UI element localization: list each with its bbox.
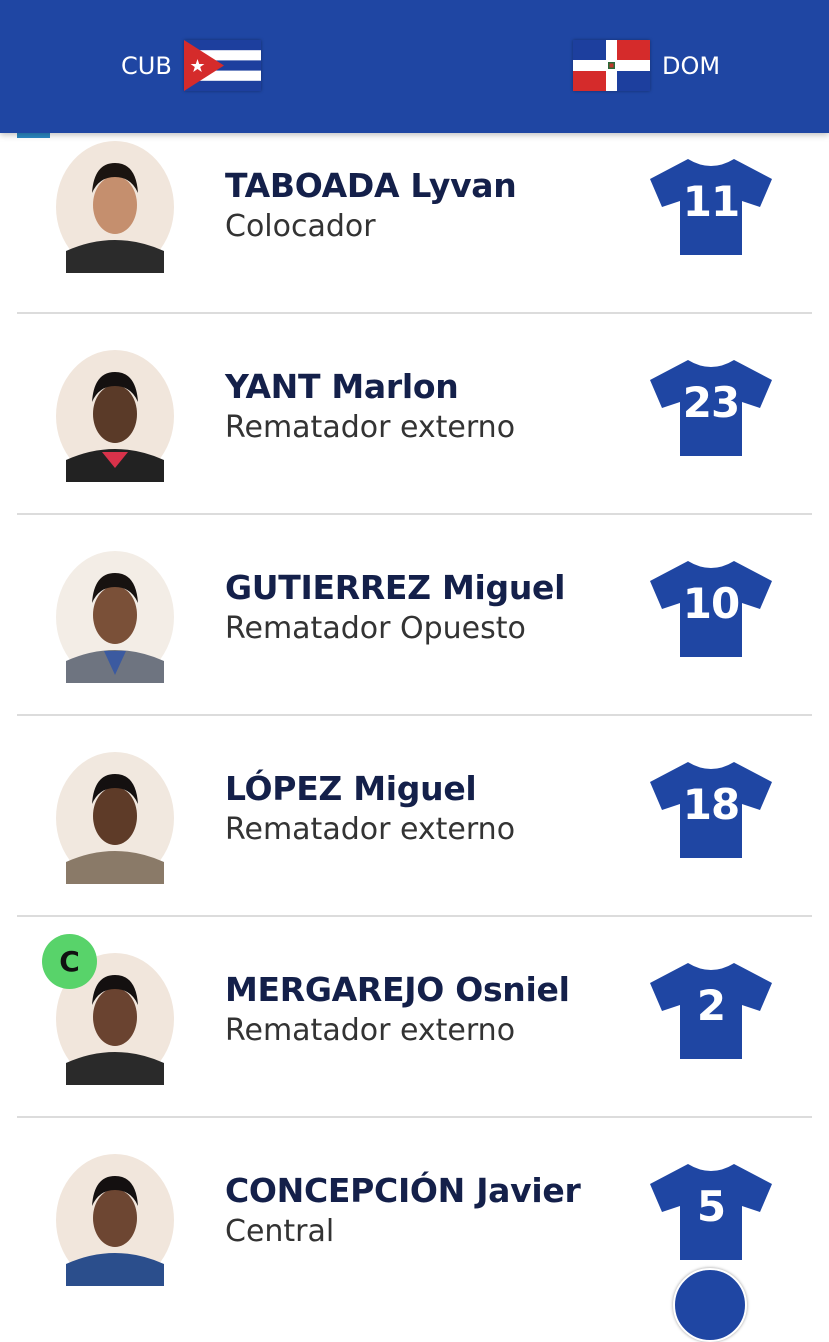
jersey-number: 23 <box>682 378 740 427</box>
captain-badge: C <box>42 934 97 989</box>
player-row[interactable]: C MERGAREJO Osniel Rematador externo 2 <box>0 917 829 1118</box>
away-team-code: DOM <box>662 51 721 80</box>
player-position: Colocador <box>225 209 376 244</box>
player-row[interactable]: LÓPEZ Miguel Rematador externo 18 <box>0 716 829 917</box>
player-avatar <box>56 350 174 482</box>
home-team[interactable]: CUB <box>121 40 261 91</box>
player-position: Rematador externo <box>225 1013 516 1048</box>
jersey-number: 2 <box>696 981 726 1030</box>
home-team-code: CUB <box>121 51 172 80</box>
player-position: Rematador externo <box>225 410 516 445</box>
player-position: Rematador externo <box>225 812 516 847</box>
player-name: LÓPEZ Miguel <box>225 769 477 808</box>
player-position: Rematador Opuesto <box>225 611 526 646</box>
floating-action-button[interactable] <box>673 1268 747 1342</box>
player-row[interactable]: YANT Marlon Rematador externo 23 <box>0 314 829 515</box>
cuba-flag-icon <box>183 40 261 91</box>
player-name: MERGAREJO Osniel <box>225 970 570 1009</box>
away-team[interactable]: DOM <box>573 40 720 91</box>
player-avatar <box>56 141 174 273</box>
jersey-number: 5 <box>696 1182 726 1231</box>
player-avatar <box>56 1154 174 1286</box>
player-avatar <box>56 551 174 683</box>
player-list: TABOADA Lyvan Colocador 11 YANT Marlon R… <box>0 133 829 1319</box>
player-name: TABOADA Lyvan <box>225 166 517 205</box>
jersey-icon: 23 <box>648 356 774 458</box>
player-name: GUTIERREZ Miguel <box>225 568 566 607</box>
jersey-icon: 5 <box>648 1160 774 1262</box>
tab-indicator <box>17 133 50 138</box>
jersey-icon: 18 <box>648 758 774 860</box>
jersey-number: 10 <box>682 579 740 628</box>
jersey-icon: 11 <box>648 155 774 257</box>
player-row[interactable]: GUTIERREZ Miguel Rematador Opuesto 10 <box>0 515 829 716</box>
jersey-icon: 10 <box>648 557 774 659</box>
jersey-number: 11 <box>682 177 740 226</box>
player-name: CONCEPCIÓN Javier <box>225 1171 581 1210</box>
match-header: CUB DOM <box>0 0 829 133</box>
player-row[interactable]: TABOADA Lyvan Colocador 11 <box>0 133 829 314</box>
player-position: Central <box>225 1214 335 1249</box>
dominican-republic-flag-icon <box>573 40 650 91</box>
player-avatar <box>56 752 174 884</box>
jersey-icon: 2 <box>648 959 774 1061</box>
jersey-number: 18 <box>682 780 740 829</box>
player-name: YANT Marlon <box>225 367 459 406</box>
